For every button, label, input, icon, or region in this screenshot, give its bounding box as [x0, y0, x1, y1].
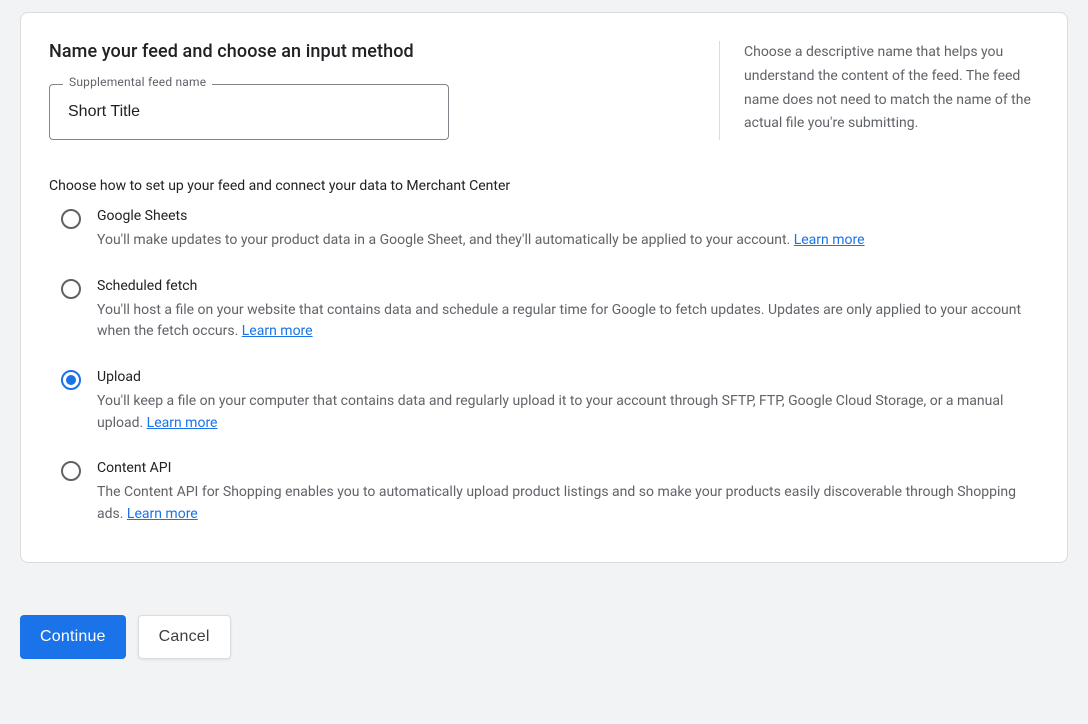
- learn-more-link[interactable]: Learn more: [147, 415, 218, 431]
- connect-subheading: Choose how to set up your feed and conne…: [49, 178, 1039, 194]
- option-body: Google Sheets You'll make updates to you…: [97, 208, 1039, 252]
- top-row: Name your feed and choose an input metho…: [49, 41, 1039, 140]
- feed-name-label: Supplemental feed name: [63, 75, 212, 89]
- radio-scheduled-fetch[interactable]: [61, 279, 81, 299]
- option-body: Scheduled fetch You'll host a file on yo…: [97, 278, 1039, 343]
- option-title: Upload: [97, 369, 1039, 385]
- option-google-sheets[interactable]: Google Sheets You'll make updates to you…: [61, 208, 1039, 252]
- radio-upload[interactable]: [61, 370, 81, 390]
- heading-and-input: Name your feed and choose an input metho…: [49, 41, 679, 140]
- section-heading: Name your feed and choose an input metho…: [49, 41, 679, 62]
- option-desc-text: You'll make updates to your product data…: [97, 232, 794, 248]
- option-body: Upload You'll keep a file on your comput…: [97, 369, 1039, 434]
- learn-more-link[interactable]: Learn more: [127, 506, 198, 522]
- radio-content-api[interactable]: [61, 461, 81, 481]
- radio-google-sheets[interactable]: [61, 209, 81, 229]
- option-title: Scheduled fetch: [97, 278, 1039, 294]
- option-title: Content API: [97, 460, 1039, 476]
- feed-name-field[interactable]: Supplemental feed name: [49, 84, 449, 140]
- continue-button[interactable]: Continue: [20, 615, 126, 659]
- input-method-options: Google Sheets You'll make updates to you…: [61, 208, 1039, 526]
- learn-more-link[interactable]: Learn more: [242, 323, 313, 339]
- feed-name-input[interactable]: [49, 84, 449, 140]
- learn-more-link[interactable]: Learn more: [794, 232, 865, 248]
- cancel-button[interactable]: Cancel: [138, 615, 231, 659]
- option-desc: You'll keep a file on your computer that…: [97, 391, 1039, 434]
- option-body: Content API The Content API for Shopping…: [97, 460, 1039, 525]
- help-text: Choose a descriptive name that helps you…: [719, 41, 1039, 140]
- feed-setup-card: Name your feed and choose an input metho…: [20, 12, 1068, 563]
- option-desc: You'll make updates to your product data…: [97, 230, 1039, 252]
- option-desc: You'll host a file on your website that …: [97, 300, 1039, 343]
- option-desc-text: You'll keep a file on your computer that…: [97, 393, 1003, 431]
- option-upload[interactable]: Upload You'll keep a file on your comput…: [61, 369, 1039, 434]
- option-desc-text: The Content API for Shopping enables you…: [97, 484, 1016, 522]
- option-content-api[interactable]: Content API The Content API for Shopping…: [61, 460, 1039, 525]
- option-title: Google Sheets: [97, 208, 1039, 224]
- button-row: Continue Cancel: [20, 615, 1088, 659]
- option-scheduled-fetch[interactable]: Scheduled fetch You'll host a file on yo…: [61, 278, 1039, 343]
- option-desc-text: You'll host a file on your website that …: [97, 302, 1021, 340]
- option-desc: The Content API for Shopping enables you…: [97, 482, 1039, 525]
